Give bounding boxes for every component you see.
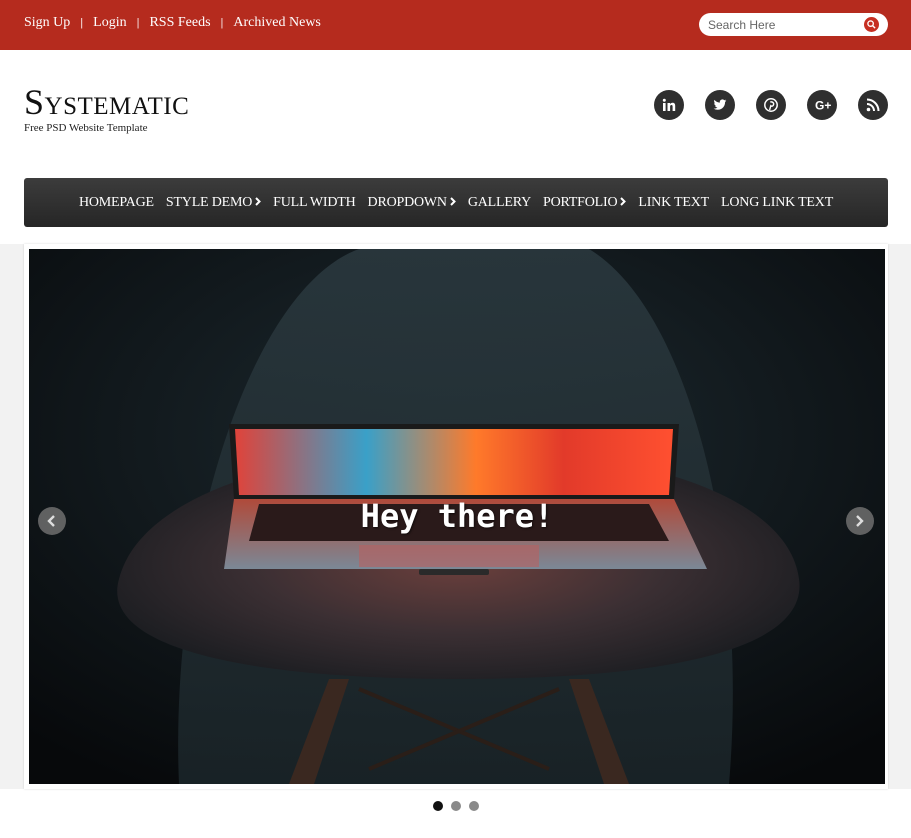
slider-dot[interactable] xyxy=(433,801,443,811)
nav-item-portfolio[interactable]: PORTFOLIO xyxy=(542,194,627,211)
chevron-right-icon xyxy=(856,515,864,527)
top-bar: Sign Up | Login | RSS Feeds | Archived N… xyxy=(0,0,911,50)
signup-link[interactable]: Sign Up xyxy=(24,15,70,31)
nav-item-link-text[interactable]: LINK TEXT xyxy=(638,195,709,211)
rss-feeds-link[interactable]: RSS Feeds xyxy=(149,15,210,31)
rss-button[interactable] xyxy=(858,90,888,120)
slider-prev-button[interactable] xyxy=(38,507,66,535)
nav-item-label: LINK TEXT xyxy=(638,194,710,210)
slider-next-button[interactable] xyxy=(846,507,874,535)
linkedin-button[interactable] xyxy=(654,90,684,120)
nav-item-label: STYLE DEMO xyxy=(165,194,253,210)
top-links: Sign Up | Login | RSS Feeds | Archived N… xyxy=(24,15,321,31)
twitter-icon xyxy=(713,99,727,110)
google-plus-button[interactable]: G+ xyxy=(807,90,837,120)
linkedin-icon xyxy=(662,98,676,111)
separator: | xyxy=(136,17,140,29)
main-nav: HOMEPAGE STYLE DEMO FULL WIDTH DROPDOWN … xyxy=(24,178,888,227)
nav-item-label: HOMEPAGE xyxy=(78,194,154,210)
nav-item-long-link-text[interactable]: LONG LINK TEXT xyxy=(721,195,833,211)
search-input[interactable] xyxy=(708,16,858,33)
slider-section: Hey there! xyxy=(0,244,911,789)
separator: | xyxy=(220,17,224,29)
rss-icon xyxy=(866,98,880,112)
nav-item-label: DROPDOWN xyxy=(367,194,447,210)
slide-image: Hey there! xyxy=(29,249,885,784)
nav-item-label: PORTFOLIO xyxy=(542,194,618,210)
pinterest-icon xyxy=(764,98,778,112)
search-box xyxy=(699,13,888,36)
nav-item-label: FULL WIDTH xyxy=(273,194,356,210)
twitter-button[interactable] xyxy=(705,90,735,120)
svg-text:G+: G+ xyxy=(815,99,831,113)
chevron-right-icon xyxy=(620,195,627,211)
nav-item-full-width[interactable]: FULL WIDTH xyxy=(273,194,356,211)
nav-item-style-demo[interactable]: STYLE DEMO xyxy=(165,194,262,211)
slider-pagination xyxy=(433,801,487,811)
site-logo[interactable]: Systematic xyxy=(24,84,189,120)
login-link[interactable]: Login xyxy=(93,15,126,31)
search-icon xyxy=(867,20,876,29)
search-button[interactable] xyxy=(864,17,879,32)
chevron-right-icon xyxy=(255,195,262,211)
slider-dot[interactable] xyxy=(469,801,479,811)
nav-item-label: LONG LINK TEXT xyxy=(721,194,834,210)
pinterest-button[interactable] xyxy=(756,90,786,120)
nav-item-homepage[interactable]: HOMEPAGE xyxy=(79,195,154,211)
chevron-left-icon xyxy=(47,515,55,527)
archived-news-link[interactable]: Archived News xyxy=(233,15,320,31)
nav-item-dropdown[interactable]: DROPDOWN xyxy=(368,195,456,211)
separator: | xyxy=(80,17,84,29)
chevron-right-icon xyxy=(450,195,456,211)
slider-dot[interactable] xyxy=(451,801,461,811)
google-plus-icon: G+ xyxy=(815,99,831,113)
nav-item-gallery[interactable]: GALLERY xyxy=(468,195,531,211)
nav-item-label: GALLERY xyxy=(467,194,531,210)
slide-caption: Hey there! xyxy=(360,497,554,535)
slider-frame: Hey there! xyxy=(24,244,888,789)
site-tagline: Free PSD Website Template xyxy=(24,122,148,134)
